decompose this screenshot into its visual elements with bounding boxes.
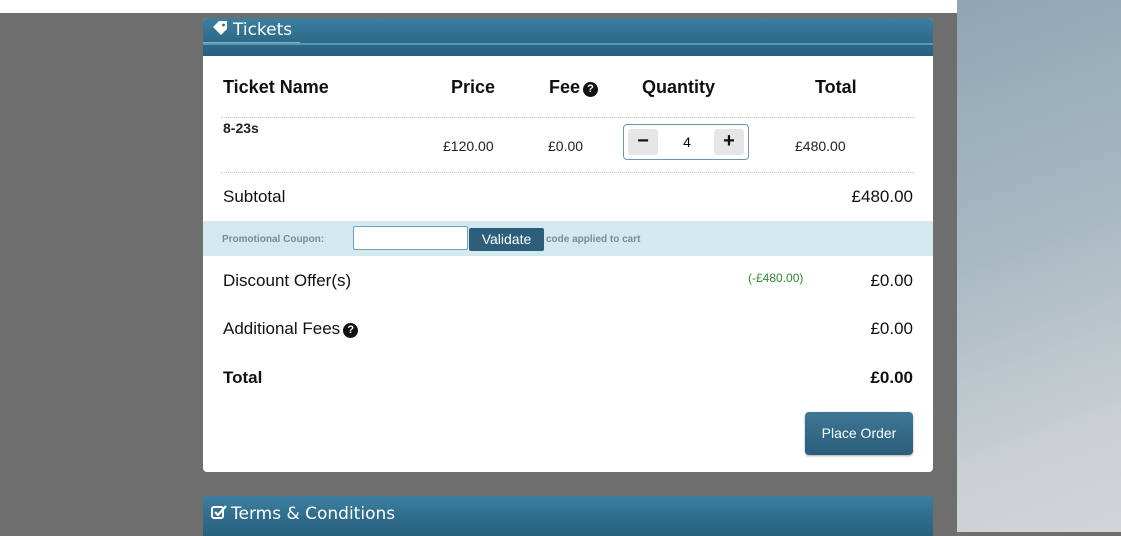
ticket-name-cell: 8-23s xyxy=(223,120,259,136)
quantity-decrease-button[interactable]: − xyxy=(628,129,658,155)
col-ticket-name: Ticket Name xyxy=(223,77,329,97)
place-order-button[interactable]: Place Order xyxy=(805,412,913,455)
top-strip xyxy=(0,0,957,13)
coupon-status-text: code applied to cart xyxy=(546,234,641,245)
additional-fees-text: Additional Fees xyxy=(223,319,341,338)
terms-panel-title: Terms & Conditions xyxy=(203,496,403,532)
terms-title-text: Terms & Conditions xyxy=(231,504,396,524)
discount-note: (-£480.00) xyxy=(748,271,804,285)
col-quantity: Quantity xyxy=(642,77,716,97)
ticket-fee-cell: £0.00 xyxy=(548,138,584,154)
subtotal-value: £480.00 xyxy=(851,187,913,206)
col-fee: Fee? xyxy=(549,77,599,98)
tickets-title-text: Tickets xyxy=(233,20,293,40)
coupon-label: Promotional Coupon: xyxy=(222,234,325,245)
coupon-input[interactable] xyxy=(353,226,468,250)
quantity-value[interactable]: 4 xyxy=(664,134,710,150)
background-image xyxy=(957,0,1121,532)
subtotal-label: Subtotal xyxy=(223,187,286,206)
tickets-panel-header: Tickets xyxy=(203,18,933,56)
discount-label: Discount Offer(s) xyxy=(223,271,352,290)
row-divider xyxy=(221,172,915,173)
row-divider xyxy=(221,117,915,118)
ticket-price-cell: £120.00 xyxy=(443,138,494,154)
total-label: Total xyxy=(223,368,263,387)
checkbox-icon xyxy=(211,496,227,532)
discount-value: £0.00 xyxy=(870,271,913,290)
col-fee-label: Fee xyxy=(549,77,581,97)
validate-button[interactable]: Validate xyxy=(469,228,544,251)
tag-icon xyxy=(211,18,229,42)
tickets-panel: Tickets Ticket Name Price Fee? Quantity … xyxy=(203,18,933,472)
quantity-increase-button[interactable]: + xyxy=(714,129,744,155)
header-highlight xyxy=(203,43,933,45)
additional-fees-label: Additional Fees? xyxy=(223,319,359,339)
quantity-stepper: − 4 + xyxy=(623,124,749,160)
additional-fees-value: £0.00 xyxy=(870,319,913,338)
col-price: Price xyxy=(451,77,496,97)
ticket-total-cell: £480.00 xyxy=(795,138,846,154)
help-icon[interactable]: ? xyxy=(343,323,359,338)
terms-panel-header: Terms & Conditions xyxy=(203,496,933,536)
help-icon[interactable]: ? xyxy=(583,82,599,97)
col-total: Total xyxy=(815,77,857,97)
coupon-band: Promotional Coupon: Validate code applie… xyxy=(203,221,933,256)
tickets-panel-title: Tickets xyxy=(203,18,301,43)
total-value: £0.00 xyxy=(870,368,913,387)
